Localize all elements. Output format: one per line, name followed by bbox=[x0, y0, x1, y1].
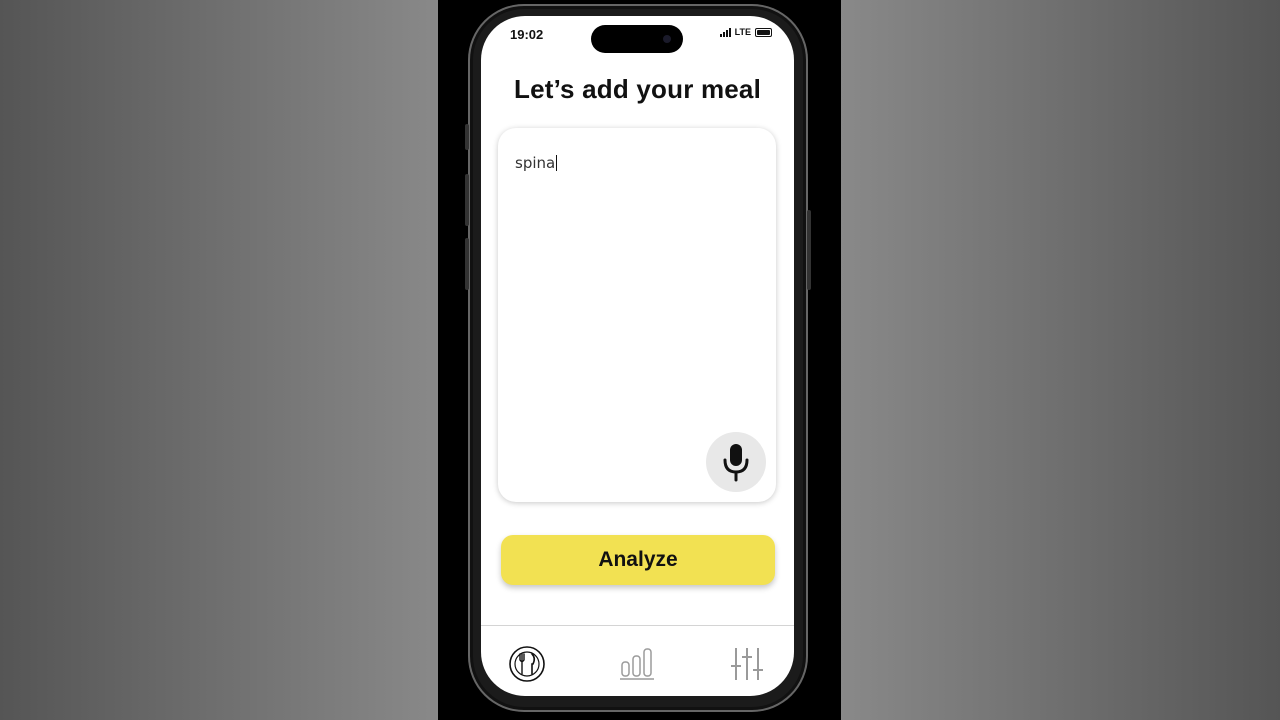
signal-icon bbox=[719, 27, 731, 37]
battery-icon bbox=[755, 27, 772, 37]
status-indicators: LTE bbox=[719, 27, 772, 37]
meal-text-value: spina bbox=[515, 154, 556, 172]
camera-dot bbox=[663, 35, 671, 43]
text-cursor bbox=[556, 155, 558, 171]
tab-statistics[interactable] bbox=[617, 644, 657, 684]
meal-text-field[interactable]: spina bbox=[515, 154, 755, 454]
network-type: LTE bbox=[734, 27, 751, 37]
status-time: 19:02 bbox=[510, 27, 544, 42]
tab-add-meal[interactable] bbox=[507, 644, 547, 684]
microphone-button[interactable] bbox=[706, 432, 766, 492]
power-button bbox=[807, 210, 811, 290]
bottom-tab-bar bbox=[481, 625, 794, 696]
volume-down-button bbox=[465, 238, 469, 290]
sliders-icon bbox=[731, 648, 763, 680]
tab-settings[interactable] bbox=[727, 644, 767, 684]
volume-up-button bbox=[465, 174, 469, 226]
dynamic-island bbox=[591, 25, 683, 53]
analyze-button[interactable]: Analyze bbox=[501, 535, 775, 585]
app-screen: 19:02 LTE Let’s add your meal spina Anal… bbox=[481, 16, 794, 696]
page-title: Let’s add your meal bbox=[513, 74, 762, 104]
microphone-icon bbox=[723, 444, 749, 482]
bar-chart-icon bbox=[620, 648, 654, 680]
plate-fork-knife-icon bbox=[509, 646, 545, 682]
status-bar: 19:02 LTE bbox=[481, 16, 794, 56]
mute-switch bbox=[465, 124, 469, 150]
meal-input-card: spina bbox=[498, 128, 776, 502]
